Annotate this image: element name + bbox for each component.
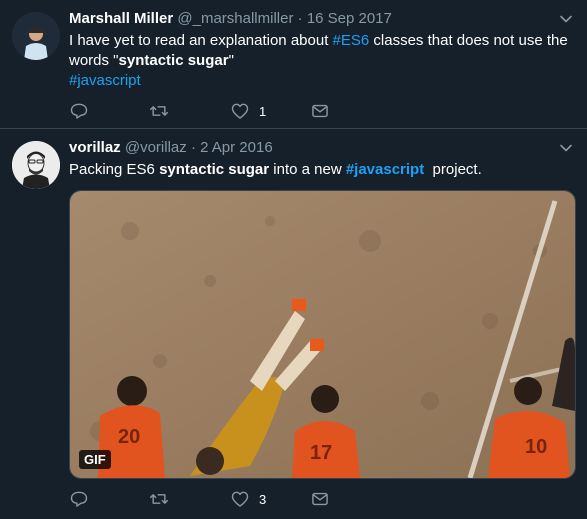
tweet-text-part: " — [228, 52, 234, 69]
reply-button[interactable] — [69, 100, 89, 122]
tweet-text-part: into a new — [269, 161, 346, 178]
avatar[interactable] — [12, 141, 60, 189]
hashtag-link[interactable]: #javascript — [346, 161, 424, 178]
tweet-date[interactable]: 2 Apr 2016 — [200, 139, 273, 156]
tweet-text-part: I have yet to read an explanation about — [69, 32, 333, 49]
avatar[interactable] — [12, 12, 60, 60]
separator-dot: · — [297, 10, 303, 27]
gif-media[interactable]: 20 17 10 GIF — [69, 190, 576, 479]
like-button[interactable]: 1 — [230, 100, 266, 122]
retweet-button[interactable] — [149, 100, 169, 122]
hashtag-link[interactable]: #javascript — [69, 72, 141, 89]
tweet-vorillaz[interactable]: vorillaz @vorillaz · 2 Apr 2016 Packing … — [0, 129, 587, 519]
gif-badge: GIF — [79, 450, 111, 469]
dm-button[interactable] — [310, 488, 330, 510]
tweet-header: vorillaz @vorillaz · 2 Apr 2016 — [69, 139, 273, 156]
author-name[interactable]: Marshall Miller — [69, 10, 173, 27]
tweet-text-part: Packing ES6 — [69, 161, 160, 178]
chevron-down-icon[interactable] — [559, 12, 573, 26]
like-icon — [231, 103, 249, 119]
like-icon — [231, 491, 249, 507]
svg-text:10: 10 — [525, 436, 547, 458]
reply-icon — [70, 103, 88, 119]
dm-button[interactable] — [310, 100, 330, 122]
reply-button[interactable] — [69, 488, 89, 510]
hashtag-link[interactable]: #ES6 — [333, 32, 370, 49]
author-handle[interactable]: @_marshallmiller — [177, 10, 293, 27]
like-count: 3 — [259, 491, 267, 507]
author-name[interactable]: vorillaz — [69, 139, 121, 156]
football-gif-image: 20 17 10 — [70, 191, 575, 478]
retweet-button[interactable] — [149, 488, 169, 510]
retweet-icon — [149, 494, 169, 504]
like-button[interactable]: 3 — [230, 488, 266, 510]
tweet-header: Marshall Miller @_marshallmiller · 16 Se… — [69, 10, 392, 27]
separator-dot: · — [190, 139, 196, 156]
tweet-text: I have yet to read an explanation about … — [69, 31, 574, 91]
dm-icon — [312, 492, 328, 506]
retweet-icon — [149, 106, 169, 116]
tweet-date[interactable]: 16 Sep 2017 — [307, 10, 392, 27]
bold-text: syntactic sugar — [159, 161, 270, 178]
reply-icon — [70, 491, 88, 507]
bold-text: syntactic sugar — [118, 52, 229, 69]
author-handle[interactable]: @vorillaz — [125, 139, 187, 156]
tweet-text: Packing ES6 syntactic sugar into a new #… — [69, 160, 574, 180]
dm-icon — [312, 104, 328, 118]
chevron-down-icon[interactable] — [559, 141, 573, 155]
tweet-marshall[interactable]: Marshall Miller @_marshallmiller · 16 Se… — [0, 0, 587, 128]
like-count: 1 — [259, 103, 267, 119]
svg-text:20: 20 — [118, 426, 140, 448]
tweet-text-part: project. — [424, 161, 482, 178]
svg-text:17: 17 — [310, 442, 332, 464]
